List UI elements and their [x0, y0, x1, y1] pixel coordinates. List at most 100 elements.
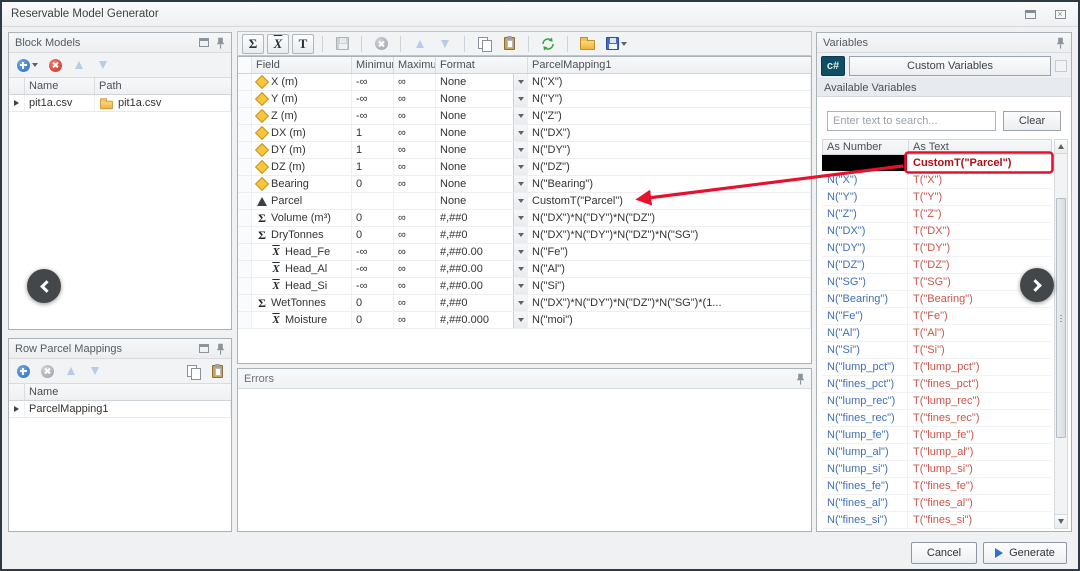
format-cell[interactable]: #,##0.00: [436, 261, 528, 277]
field-column-header[interactable]: Field: [252, 57, 352, 73]
remove-block-model-button[interactable]: [44, 55, 66, 75]
add-text-field-button[interactable]: T: [292, 34, 314, 54]
refresh-fields-button[interactable]: [537, 34, 559, 54]
pin-icon[interactable]: [796, 373, 805, 385]
field-row[interactable]: XHead_Si-∞∞#,##0.00N("Si"): [238, 278, 811, 295]
format-dropdown-button[interactable]: [513, 176, 527, 192]
variable-row[interactable]: N("Z")T("Z"): [822, 206, 1052, 223]
previous-page-button[interactable]: [27, 269, 61, 303]
variable-search-input[interactable]: [827, 111, 996, 131]
variable-row[interactable]: N("Si")T("Si"): [822, 342, 1052, 359]
dock-icon[interactable]: [199, 344, 209, 353]
copy-field-button[interactable]: [473, 34, 495, 54]
pin-icon[interactable]: [216, 37, 225, 49]
field-row[interactable]: XHead_Al-∞∞#,##0.00N("Al"): [238, 261, 811, 278]
variable-row[interactable]: N("lump_pct")T("lump_pct"): [822, 359, 1052, 376]
field-row[interactable]: Y (m)-∞∞NoneN("Y"): [238, 91, 811, 108]
format-dropdown-button[interactable]: [513, 295, 527, 311]
mapping-column-header[interactable]: ParcelMapping1: [528, 57, 811, 73]
format-column-header[interactable]: Format: [436, 57, 528, 73]
variable-row[interactable]: N("Bearing")T("Bearing"): [822, 291, 1052, 308]
name-column-header[interactable]: Name: [25, 384, 231, 400]
restore-window-button[interactable]: [1021, 6, 1039, 22]
block-model-row[interactable]: pit1a.csvpit1a.csv: [9, 95, 231, 112]
variable-row-highlighted[interactable]: CustomT("Parcel"): [822, 155, 1052, 172]
format-cell[interactable]: #,##0: [436, 295, 528, 311]
format-cell[interactable]: #,##0.00: [436, 244, 528, 260]
format-dropdown-button[interactable]: [513, 159, 527, 175]
format-cell[interactable]: None: [436, 193, 528, 209]
as-number-column-header[interactable]: As Number: [823, 140, 909, 154]
custom-variables-button[interactable]: Custom Variables: [849, 56, 1051, 76]
format-dropdown-button[interactable]: [513, 312, 527, 328]
field-row[interactable]: DX (m)1∞NoneN("DX"): [238, 125, 811, 142]
format-cell[interactable]: #,##0: [436, 210, 528, 226]
format-dropdown-button[interactable]: [513, 261, 527, 277]
format-cell[interactable]: None: [436, 142, 528, 158]
format-dropdown-button[interactable]: [513, 244, 527, 260]
format-dropdown-button[interactable]: [513, 74, 527, 90]
format-cell[interactable]: #,##0.000: [436, 312, 528, 328]
field-row[interactable]: ΣDryTonnes0∞#,##0N("DX")*N("DY")*N("DZ")…: [238, 227, 811, 244]
field-row[interactable]: XHead_Fe-∞∞#,##0.00N("Fe"): [238, 244, 811, 261]
variable-row[interactable]: N("DX")T("DX"): [822, 223, 1052, 240]
format-cell[interactable]: #,##0: [436, 227, 528, 243]
format-dropdown-button[interactable]: [513, 227, 527, 243]
variable-row[interactable]: N("lump_rec")T("lump_rec"): [822, 393, 1052, 410]
clear-search-button[interactable]: Clear: [1003, 111, 1061, 131]
scrollbar-thumb[interactable]: [1056, 198, 1066, 438]
parcel-mapping-row[interactable]: ParcelMapping1: [9, 401, 231, 418]
format-cell[interactable]: None: [436, 108, 528, 124]
field-row[interactable]: X (m)-∞∞NoneN("X"): [238, 74, 811, 91]
path-column-header[interactable]: Path: [95, 78, 231, 94]
variable-row[interactable]: N("fines_fe")T("fines_fe"): [822, 478, 1052, 495]
add-sum-field-button[interactable]: Σ: [242, 34, 264, 54]
format-dropdown-button[interactable]: [513, 125, 527, 141]
variable-row[interactable]: N("lump_fe")T("lump_fe"): [822, 427, 1052, 444]
paste-parcel-mapping-button[interactable]: [206, 361, 228, 381]
format-dropdown-button[interactable]: [513, 210, 527, 226]
format-cell[interactable]: None: [436, 91, 528, 107]
add-average-field-button[interactable]: X: [267, 34, 289, 54]
minimum-column-header[interactable]: Minimum: [352, 57, 394, 73]
field-row[interactable]: Bearing0∞NoneN("Bearing"): [238, 176, 811, 193]
variable-row[interactable]: N("fines_al")T("fines_al"): [822, 495, 1052, 512]
scroll-up-button[interactable]: [1055, 140, 1067, 154]
field-row[interactable]: DY (m)1∞NoneN("DY"): [238, 142, 811, 159]
format-dropdown-button[interactable]: [513, 278, 527, 294]
format-cell[interactable]: None: [436, 74, 528, 90]
csharp-icon[interactable]: c#: [821, 56, 845, 76]
variable-row[interactable]: N("DY")T("DY"): [822, 240, 1052, 257]
maximum-column-header[interactable]: Maximum: [394, 57, 436, 73]
pin-icon[interactable]: [216, 343, 225, 355]
generate-button[interactable]: Generate: [983, 542, 1067, 564]
format-cell[interactable]: #,##0.00: [436, 278, 528, 294]
field-row[interactable]: Z (m)-∞∞NoneN("Z"): [238, 108, 811, 125]
field-row[interactable]: ΣVolume (m³)0∞#,##0N("DX")*N("DY")*N("DZ…: [238, 210, 811, 227]
cancel-button[interactable]: Cancel: [911, 542, 977, 564]
save-fields-button[interactable]: [601, 34, 631, 54]
path-cell[interactable]: pit1a.csv: [95, 95, 231, 111]
scroll-down-button[interactable]: [1055, 514, 1067, 528]
open-fields-button[interactable]: [576, 34, 598, 54]
variable-row[interactable]: N("Fe")T("Fe"): [822, 308, 1052, 325]
add-block-model-button[interactable]: [12, 55, 42, 75]
variable-row[interactable]: N("fines_si")T("fines_si"): [822, 512, 1052, 529]
as-text-column-header[interactable]: As Text: [909, 140, 1051, 154]
format-dropdown-button[interactable]: [513, 91, 527, 107]
field-row[interactable]: XMoisture0∞#,##0.000N("moi"): [238, 312, 811, 329]
name-column-header[interactable]: Name: [25, 78, 95, 94]
variable-row[interactable]: N("lump_si")T("lump_si"): [822, 461, 1052, 478]
copy-parcel-mapping-button[interactable]: [182, 361, 204, 381]
dock-icon[interactable]: [199, 38, 209, 47]
field-row[interactable]: ΣWetTonnes0∞#,##0N("DX")*N("DY")*N("DZ")…: [238, 295, 811, 312]
add-parcel-mapping-button[interactable]: [12, 361, 34, 381]
format-cell[interactable]: None: [436, 159, 528, 175]
field-row[interactable]: ParcelNoneCustomT("Parcel"): [238, 193, 811, 210]
next-page-button[interactable]: [1020, 268, 1054, 302]
format-cell[interactable]: None: [436, 176, 528, 192]
variable-row[interactable]: N("lump_al")T("lump_al"): [822, 444, 1052, 461]
variable-row[interactable]: N("fines_rec")T("fines_rec"): [822, 410, 1052, 427]
variables-scrollbar[interactable]: [1054, 139, 1068, 529]
variable-row[interactable]: N("DZ")T("DZ"): [822, 257, 1052, 274]
